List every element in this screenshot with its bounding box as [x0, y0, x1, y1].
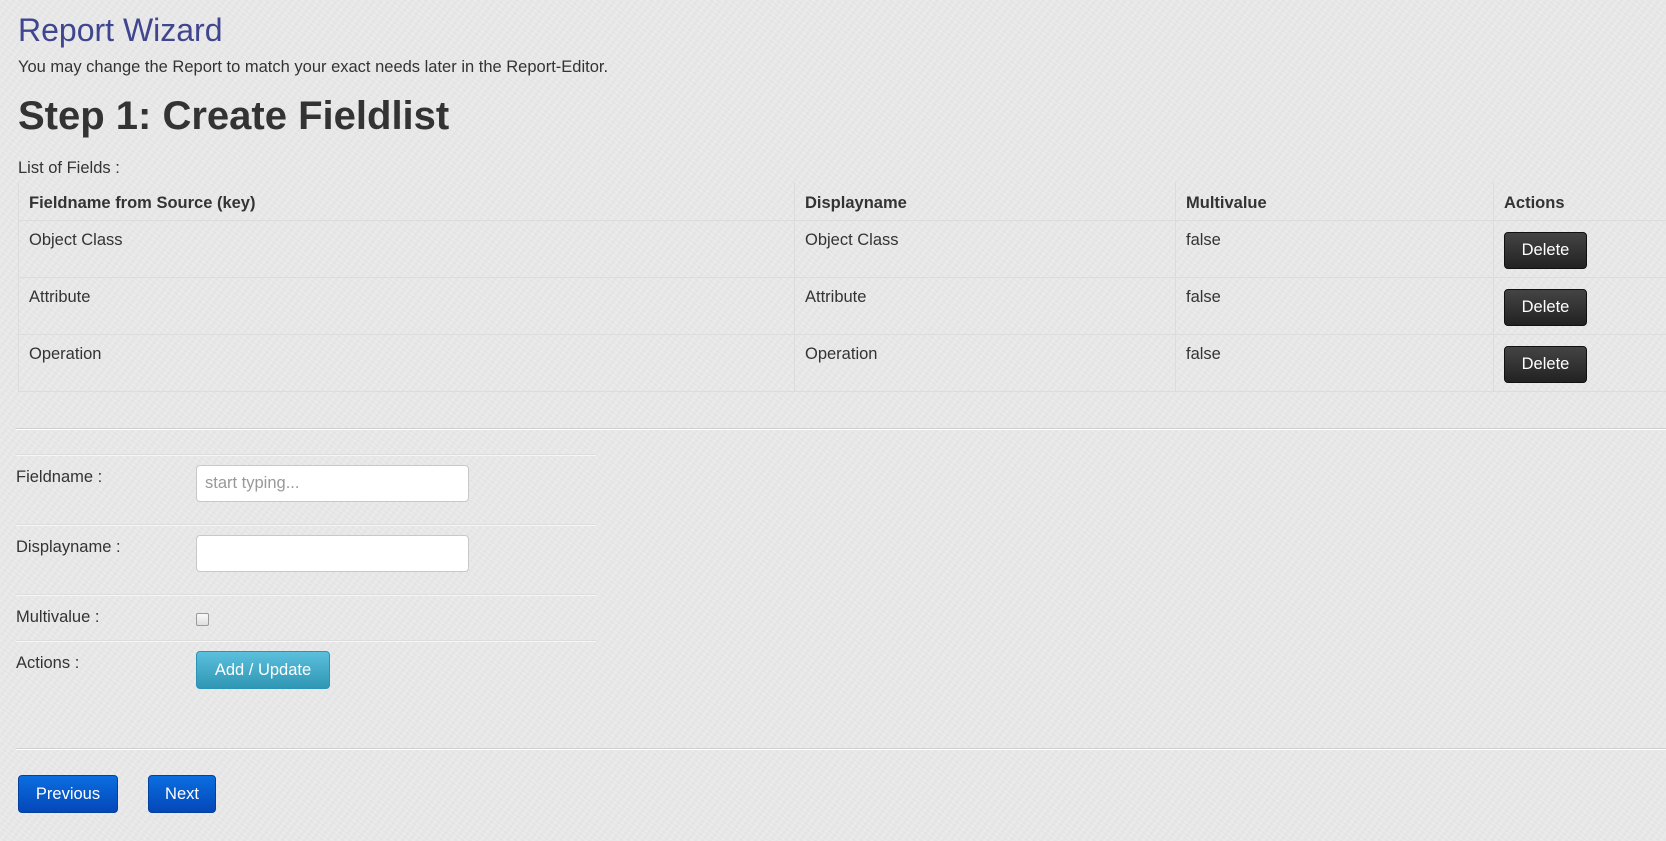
cell-multivalue: false	[1175, 220, 1494, 278]
column-header-actions: Actions	[1493, 182, 1666, 221]
cell-fieldname: Operation	[18, 334, 795, 392]
cell-displayname: Attribute	[794, 277, 1176, 335]
table-row: Attribute Attribute false Delete	[18, 277, 1666, 335]
displayname-input[interactable]	[196, 535, 469, 572]
cell-fieldname: Object Class	[18, 220, 795, 278]
field-list-table: Fieldname from Source (key) Displayname …	[18, 182, 1666, 392]
cell-displayname: Operation	[794, 334, 1176, 392]
fieldname-label: Fieldname :	[16, 468, 103, 486]
field-list-label: List of Fields :	[18, 159, 120, 177]
section-divider	[16, 748, 1666, 750]
cell-actions: Delete	[1493, 334, 1666, 392]
cell-multivalue: false	[1175, 277, 1494, 335]
table-row: Operation Operation false Delete	[18, 334, 1666, 392]
table-row: Object Class Object Class false Delete	[18, 220, 1666, 278]
next-button[interactable]: Next	[148, 775, 216, 813]
delete-button[interactable]: Delete	[1504, 289, 1587, 326]
wizard-intro-text: You may change the Report to match your …	[18, 58, 609, 76]
wizard-title: Report Wizard	[18, 12, 223, 48]
table-header-row: Fieldname from Source (key) Displayname …	[18, 182, 1666, 221]
delete-button[interactable]: Delete	[1504, 232, 1587, 269]
multivalue-label: Multivalue :	[16, 608, 100, 626]
cell-actions: Delete	[1493, 220, 1666, 278]
form-row-divider	[16, 454, 596, 456]
actions-label: Actions :	[16, 654, 80, 672]
form-row-divider	[16, 524, 596, 526]
add-update-button[interactable]: Add / Update	[196, 651, 330, 689]
section-divider	[16, 428, 1666, 430]
step-title: Step 1: Create Fieldlist	[18, 94, 450, 138]
cell-multivalue: false	[1175, 334, 1494, 392]
fieldname-input[interactable]	[196, 465, 469, 502]
column-header-multivalue: Multivalue	[1175, 182, 1494, 221]
form-row-divider	[16, 640, 596, 642]
column-header-fieldname: Fieldname from Source (key)	[18, 182, 795, 221]
column-header-displayname: Displayname	[794, 182, 1176, 221]
previous-button[interactable]: Previous	[18, 775, 118, 813]
cell-fieldname: Attribute	[18, 277, 795, 335]
multivalue-checkbox[interactable]	[196, 613, 209, 626]
delete-button[interactable]: Delete	[1504, 346, 1587, 383]
form-row-divider	[16, 594, 596, 596]
cell-actions: Delete	[1493, 277, 1666, 335]
cell-displayname: Object Class	[794, 220, 1176, 278]
displayname-label: Displayname :	[16, 538, 121, 556]
